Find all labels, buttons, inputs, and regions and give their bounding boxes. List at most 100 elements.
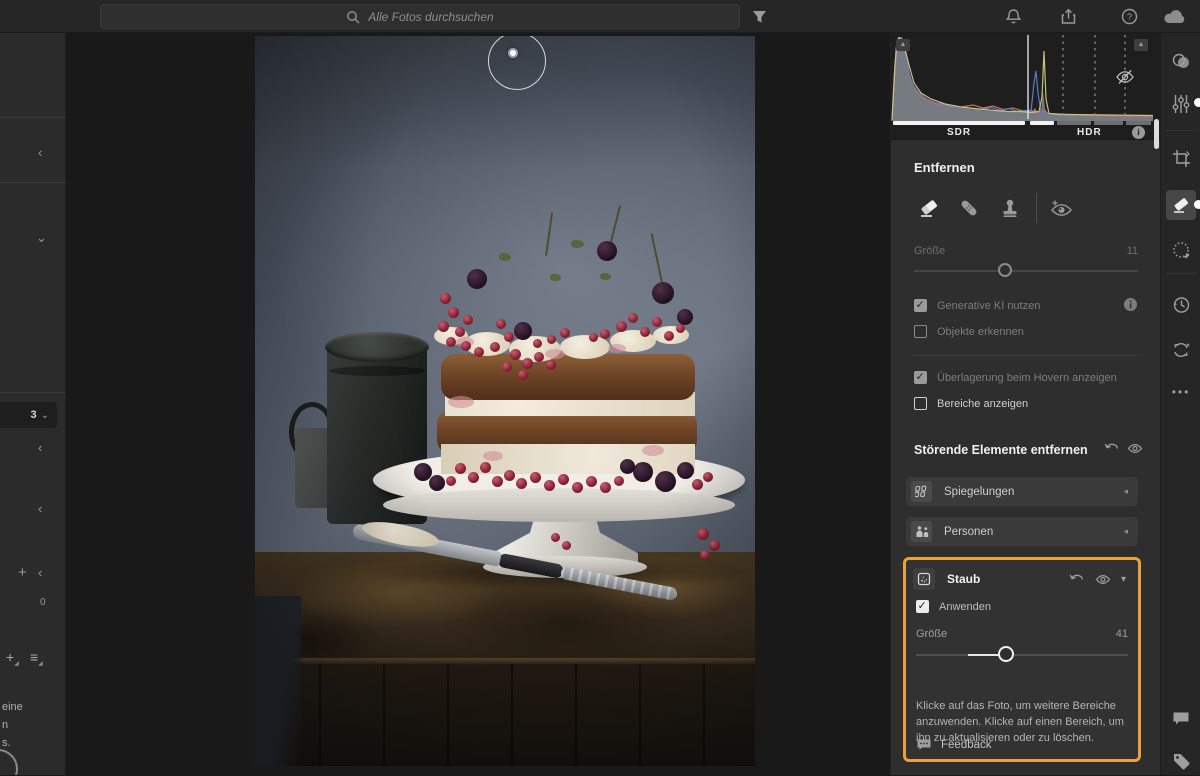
brush-cursor-dot xyxy=(508,48,518,58)
dust-panel-header[interactable]: Staub ▾ xyxy=(906,566,1138,592)
comments-icon[interactable] xyxy=(1166,703,1196,733)
svg-text:?: ? xyxy=(1126,12,1131,23)
search-icon xyxy=(346,10,360,24)
sort-list-icon[interactable]: ≡◢ xyxy=(30,649,43,667)
detect-objects-checkbox[interactable]: Objekte erkennen xyxy=(914,325,1024,338)
remove-eraser-icon[interactable] xyxy=(1166,190,1196,220)
presets-icon[interactable] xyxy=(1166,46,1196,76)
row-label: Personen xyxy=(944,526,1123,538)
checkbox-unchecked[interactable] xyxy=(914,325,927,338)
checkbox-unchecked[interactable] xyxy=(914,397,927,410)
chevron-left-icon[interactable]: ◂ xyxy=(1123,526,1128,537)
dust-size-slider-knob[interactable] xyxy=(998,646,1014,662)
add-album-icon[interactable]: +◢ xyxy=(6,649,19,667)
dust-panel: Staub ▾ Anwenden Größe 41 Klicke auf das… xyxy=(903,557,1141,762)
active-panel-dot xyxy=(1194,98,1200,107)
panel-scrollbar-thumb[interactable] xyxy=(1154,119,1159,149)
hdr-label: HDR xyxy=(1077,127,1102,138)
history-icon[interactable] xyxy=(1166,290,1196,320)
sdr-label: SDR xyxy=(947,127,971,138)
info-icon[interactable] xyxy=(1123,297,1138,312)
chevron-down-icon: ⌄ xyxy=(41,410,49,421)
feedback-chat-icon xyxy=(916,738,932,751)
adjust-sliders-icon[interactable] xyxy=(1166,89,1196,119)
hdr-range-bar xyxy=(1057,121,1091,125)
dust-size-label: Größe xyxy=(916,628,947,640)
undo-icon[interactable] xyxy=(1104,442,1120,455)
slider-fill xyxy=(968,654,1000,656)
masking-icon[interactable] xyxy=(1166,235,1196,265)
feedback-button[interactable]: Feedback xyxy=(916,738,992,751)
checkbox-label: Bereiche anzeigen xyxy=(937,398,1028,410)
hdr-used-bar xyxy=(1030,121,1054,125)
search-input[interactable]: Alle Fotos durchsuchen xyxy=(100,4,740,29)
keywords-tag-icon[interactable] xyxy=(1166,746,1196,776)
share-export-icon[interactable] xyxy=(1053,0,1083,33)
collapse-left-chevron[interactable]: ‹ xyxy=(38,502,42,515)
album-count-dropdown[interactable]: 3 ⌄ xyxy=(0,402,57,428)
edit-panel: ▲ ▲ SDR HDR i Entfernen Größe 11 Generat… xyxy=(890,33,1160,775)
photo-canvas[interactable] xyxy=(255,36,755,766)
album-count: 3 xyxy=(30,409,36,421)
top-bar: Alle Fotos durchsuchen ? xyxy=(0,0,1200,33)
clipped-text: s. xyxy=(2,737,11,749)
people-row[interactable]: Personen ◂ xyxy=(906,517,1138,546)
add-icon[interactable]: + xyxy=(18,566,27,579)
collapse-left-chevron[interactable]: ‹ xyxy=(38,441,42,454)
filter-icon[interactable] xyxy=(744,0,774,33)
dust-icon xyxy=(913,568,935,590)
divider xyxy=(0,117,66,118)
clipped-text: n xyxy=(2,719,8,731)
size-slider-knob[interactable] xyxy=(998,263,1012,277)
search-placeholder: Alle Fotos durchsuchen xyxy=(368,10,493,24)
size-value: 11 xyxy=(1108,245,1138,257)
divider xyxy=(916,726,1128,727)
crop-icon[interactable] xyxy=(1166,143,1196,173)
red-eye-tool-button[interactable] xyxy=(1044,190,1078,226)
vignette-overlay xyxy=(255,36,755,766)
collapse-left-chevron[interactable]: ‹ xyxy=(38,146,42,159)
sync-versions-icon[interactable] xyxy=(1166,335,1196,365)
help-icon[interactable]: ? xyxy=(1114,0,1144,33)
checkbox-checked[interactable] xyxy=(914,371,927,384)
erase-tool-button[interactable] xyxy=(912,190,946,226)
clipped-text: eine xyxy=(2,701,23,713)
eye-icon[interactable] xyxy=(1127,442,1143,455)
reflections-row[interactable]: Spiegelungen ◂ xyxy=(906,477,1138,506)
size-label: Größe xyxy=(914,245,945,257)
info-icon[interactable]: i xyxy=(1132,126,1145,139)
undo-icon[interactable] xyxy=(1069,573,1085,586)
more-options-icon[interactable]: ••• xyxy=(1166,377,1196,407)
size-slider[interactable] xyxy=(914,270,1138,272)
clone-stamp-tool-button[interactable] xyxy=(993,190,1027,226)
dust-size-slider[interactable] xyxy=(916,654,1128,656)
eye-icon[interactable] xyxy=(1095,573,1111,586)
chevron-left-icon[interactable]: ◂ xyxy=(1123,486,1128,497)
histogram-collapse-left-button[interactable]: ▲ xyxy=(896,39,910,51)
divider xyxy=(1036,193,1037,223)
chevron-down-icon[interactable]: ▾ xyxy=(1121,574,1126,585)
show-areas-checkbox[interactable]: Bereiche anzeigen xyxy=(914,397,1028,410)
dust-size-value: 41 xyxy=(1098,628,1128,640)
divider xyxy=(1165,273,1197,274)
notifications-bell-icon[interactable] xyxy=(998,0,1028,33)
histogram-collapse-right-button[interactable]: ▲ xyxy=(1134,39,1148,51)
hover-overlay-checkbox[interactable]: Überlagerung beim Hovern anzeigen xyxy=(914,371,1117,384)
checkbox-label: Überlagerung beim Hovern anzeigen xyxy=(937,372,1117,384)
checkbox-label: Objekte erkennen xyxy=(937,326,1024,338)
generative-ai-checkbox[interactable]: Generative KI nutzen xyxy=(914,299,1040,312)
expand-down-chevron[interactable]: ⌄ xyxy=(36,231,47,244)
cloud-sync-icon[interactable] xyxy=(1160,0,1190,33)
clipped-avatar-circle xyxy=(0,749,18,775)
heal-tool-button[interactable] xyxy=(952,190,986,226)
active-tool-dot xyxy=(1194,200,1200,209)
row-label: Spiegelungen xyxy=(944,486,1123,498)
people-icon xyxy=(911,521,932,542)
checkbox-checked[interactable] xyxy=(914,299,927,312)
collapse-left-chevron[interactable]: ‹ xyxy=(38,566,42,579)
apply-checkbox[interactable]: Anwenden xyxy=(916,600,991,613)
divider xyxy=(914,355,1138,356)
checkbox-checked[interactable] xyxy=(916,600,929,613)
tool-rail: ••• xyxy=(1160,33,1200,775)
histogram[interactable]: ▲ ▲ SDR HDR i xyxy=(891,33,1161,140)
